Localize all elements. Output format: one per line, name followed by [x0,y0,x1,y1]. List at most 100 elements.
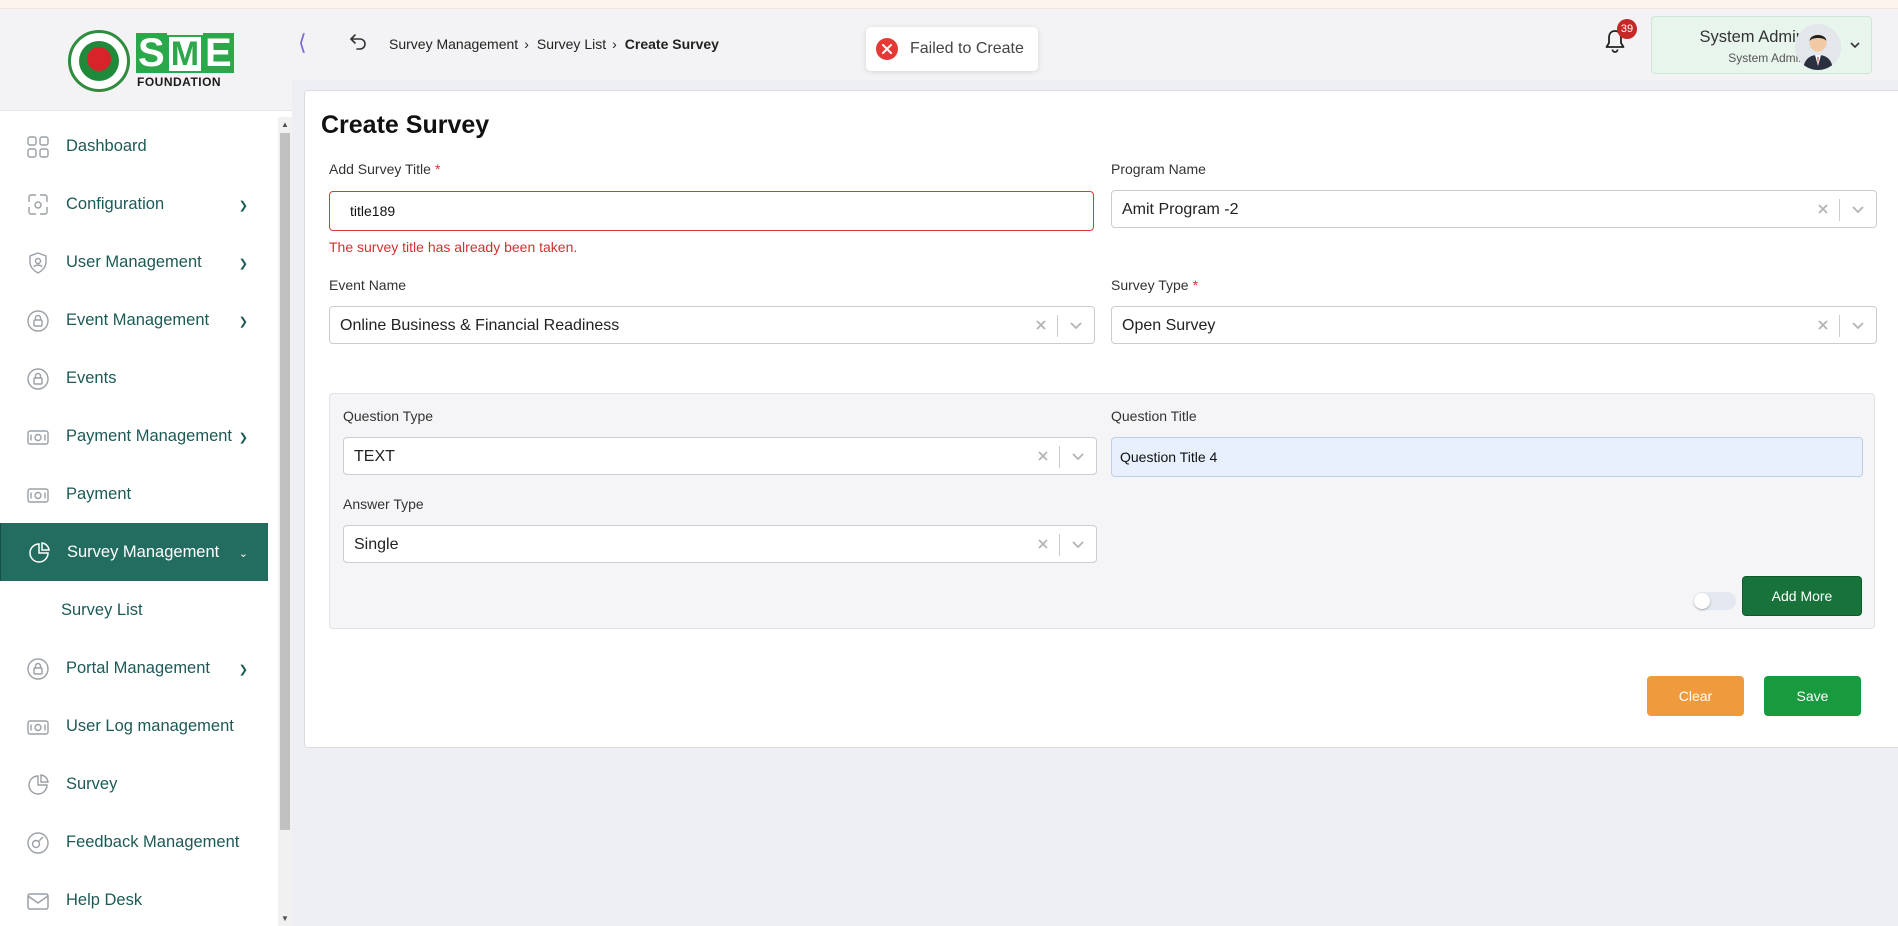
sidebar-item-user-log-management[interactable]: User Log management [0,697,268,755]
clear-icon[interactable] [1036,537,1050,551]
scroll-down-arrow-icon[interactable]: ▼ [281,914,289,923]
event-name-select[interactable]: Online Business & Financial Readiness [329,306,1095,344]
chevron-right-icon: ❯ [238,258,248,270]
top-strip [0,0,1898,9]
add-more-button[interactable]: Add More [1742,576,1862,616]
event-name-label: Event Name [329,277,407,293]
sidebar-item-events[interactable]: Events [0,349,268,407]
notification-count-badge: 39 [1617,19,1637,39]
payment-icon [27,488,49,503]
sidebar-item-dashboard[interactable]: Dashboard [0,117,268,175]
chevron-down-icon[interactable] [1849,39,1861,51]
government-seal-logo [68,30,130,92]
sidebar-item-configuration[interactable]: Configuration ❯ [0,175,268,233]
clear-icon[interactable] [1816,318,1830,332]
sidebar-item-user-management[interactable]: User Management ❯ [0,233,268,291]
toggle-knob [1694,593,1710,609]
question-type-value: TEXT [354,448,395,465]
clear-button[interactable]: Clear [1647,676,1744,716]
question-type-label: Question Type [343,408,434,424]
sidebar-nav: Dashboard Configuration ❯ User Managemen… [0,117,268,926]
create-survey-card: Create Survey Add Survey Title* The surv… [304,90,1898,748]
program-name-value: Amit Program -2 [1122,201,1239,218]
survey-type-label-text: Survey Type [1111,277,1189,293]
sidebar-item-label: Configuration [66,194,165,213]
sidebar-item-label: User Management [66,252,202,271]
logo-area[interactable]: S M E FOUNDATION [0,9,292,111]
user-menu[interactable]: System Admin System Admin [1651,16,1872,74]
survey-type-select[interactable]: Open Survey [1111,306,1877,344]
toast-message: Failed to Create [910,40,1024,57]
chevron-right-icon: ❯ [238,664,248,676]
error-toast: Failed to Create [866,27,1038,71]
select-divider [1839,199,1840,221]
payment-icon [27,720,49,735]
question-type-select[interactable]: TEXT [343,437,1097,475]
survey-title-input[interactable] [329,191,1094,231]
question-title-input[interactable] [1111,437,1863,477]
sidebar-item-help-desk[interactable]: Help Desk [0,871,268,926]
sidebar-item-label: Payment [66,484,132,503]
breadcrumb: Survey Management › Survey List › Create… [389,36,719,52]
sidebar-item-label: User Log management [66,716,234,735]
sidebar-item-label: Feedback Management [66,832,240,851]
chevron-down-icon[interactable] [1851,318,1865,332]
answer-type-select[interactable]: Single [343,525,1097,563]
sidebar-collapse-button[interactable]: ⟨ [298,30,307,56]
chevron-down-icon: ⌄ [238,548,248,560]
sidebar-item-label: Survey Management [67,542,220,561]
survey-type-value: Open Survey [1122,317,1216,334]
select-divider [1059,534,1060,556]
clear-icon[interactable] [1036,449,1050,463]
select-divider [1839,315,1840,337]
user-role: System Admin [1728,51,1805,65]
sidebar-item-label: Survey [66,774,118,793]
required-mark: * [434,161,441,177]
sidebar-item-survey-management[interactable]: Survey Management ⌄ [0,523,268,581]
survey-type-label: Survey Type * [1111,277,1198,293]
sidebar-subitem-survey-list[interactable]: Survey List [0,581,268,639]
scroll-up-arrow-icon[interactable]: ▲ [281,120,289,129]
chevron-down-icon[interactable] [1071,537,1085,551]
breadcrumb-create-survey: Create Survey [624,36,719,52]
mail-icon [27,893,49,910]
sidebar-subitem-label: Survey List [61,600,143,619]
sidebar: S M E FOUNDATION Dashboard Configuration… [0,9,292,926]
sidebar-item-survey[interactable]: Survey [0,755,268,813]
clear-icon[interactable] [1034,318,1048,332]
chevron-right-icon: › [612,36,617,52]
sidebar-item-feedback-management[interactable]: Feedback Management [0,813,268,871]
chevron-down-icon[interactable] [1071,449,1085,463]
survey-title-label-text: Add Survey Title [329,161,431,177]
sidebar-item-payment-management[interactable]: Payment Management ❯ [0,407,268,465]
save-button[interactable]: Save [1764,676,1861,716]
breadcrumb-survey-management[interactable]: Survey Management [389,36,518,52]
chevron-down-icon[interactable] [1851,202,1865,216]
program-name-select[interactable]: Amit Program -2 [1111,190,1877,228]
logo-letter-s: S [136,31,167,75]
breadcrumb-survey-list[interactable]: Survey List [537,36,606,52]
sidebar-item-event-management[interactable]: Event Management ❯ [0,291,268,349]
chevron-down-icon[interactable] [1069,318,1083,332]
error-circle-icon [876,38,898,60]
grid-icon [27,136,49,158]
pie-chart-icon [28,774,49,795]
back-arrow-icon[interactable] [349,32,367,50]
logo-letter-e: E [203,31,234,75]
chevron-right-icon: ❯ [238,432,248,444]
select-divider [1059,446,1060,468]
sidebar-item-label: Payment Management [66,426,233,445]
sidebar-scrollbar[interactable]: ▲ ▼ [278,117,292,926]
question-panel: Question Type TEXT Question Title Answer… [329,393,1875,629]
pie-chart-icon [29,542,50,563]
program-name-label: Program Name [1111,161,1206,177]
sidebar-item-portal-management[interactable]: Portal Management ❯ [0,639,268,697]
sidebar-item-payment[interactable]: Payment [0,465,268,523]
clear-icon[interactable] [1816,202,1830,216]
sme-logo: S M E [136,33,234,73]
scrollbar-thumb[interactable] [280,133,290,830]
required-toggle[interactable] [1694,592,1736,610]
survey-title-error: The survey title has already been taken. [329,239,578,255]
answer-type-value: Single [354,536,399,553]
event-name-value: Online Business & Financial Readiness [340,317,620,334]
